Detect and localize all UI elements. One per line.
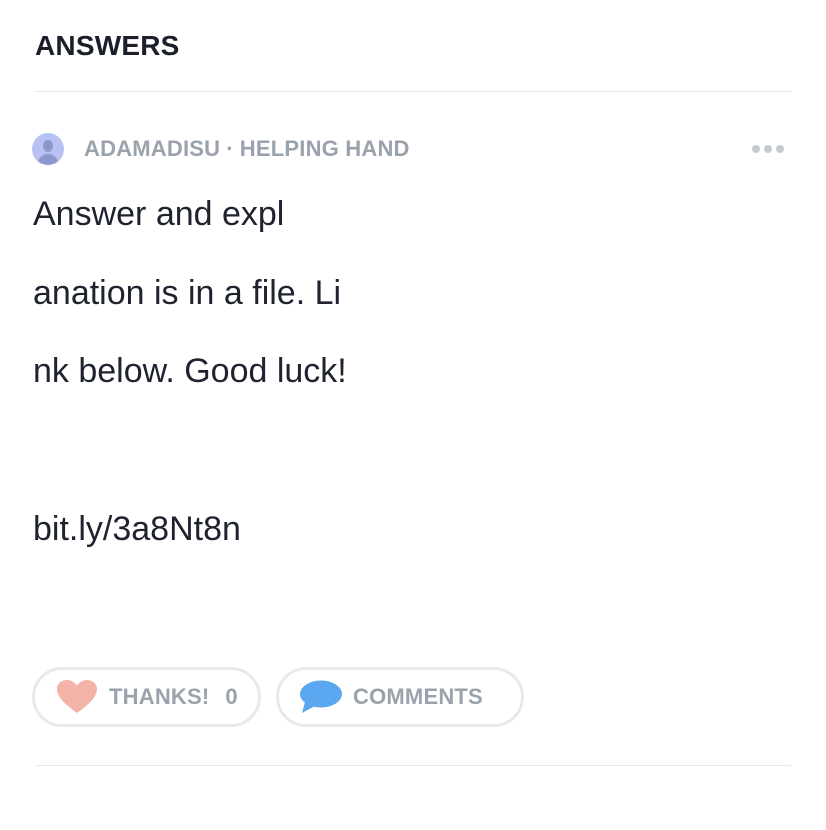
- answer-text-line: nk below. Good luck!: [33, 352, 347, 390]
- answer-text-line: Answer and expl: [33, 195, 285, 233]
- author-separator: ·: [226, 136, 234, 161]
- author-name[interactable]: ADAMADISU: [84, 136, 220, 161]
- answer-link-text: bit.ly/3a8Nt8n: [33, 510, 241, 548]
- bottom-divider: [35, 765, 791, 766]
- answers-section-title: ANSWERS: [35, 30, 180, 61]
- author-info: ADAMADISU · HELPING HAND: [84, 136, 410, 162]
- thanks-label: THANKS!: [109, 684, 210, 709]
- comments-label: COMMENTS: [353, 684, 483, 709]
- comments-button[interactable]: COMMENTS: [276, 667, 524, 727]
- more-options-button[interactable]: [752, 139, 784, 159]
- more-dot: [764, 145, 772, 153]
- more-dot: [776, 145, 784, 153]
- answer-text-line: anation is in a file. Li: [33, 274, 342, 312]
- avatar-head-shape: [43, 140, 53, 152]
- avatar-shoulders-shape: [38, 154, 58, 165]
- comment-bubble-icon: [300, 680, 342, 713]
- author-rank: HELPING HAND: [239, 136, 410, 161]
- thanks-button[interactable]: THANKS! 0: [32, 667, 261, 727]
- avatar[interactable]: [32, 133, 64, 165]
- heart-icon: [57, 680, 97, 713]
- thanks-count: 0: [225, 684, 238, 709]
- more-dot: [752, 145, 760, 153]
- answer-header: ADAMADISU · HELPING HAND: [32, 132, 792, 166]
- top-divider: [35, 91, 791, 92]
